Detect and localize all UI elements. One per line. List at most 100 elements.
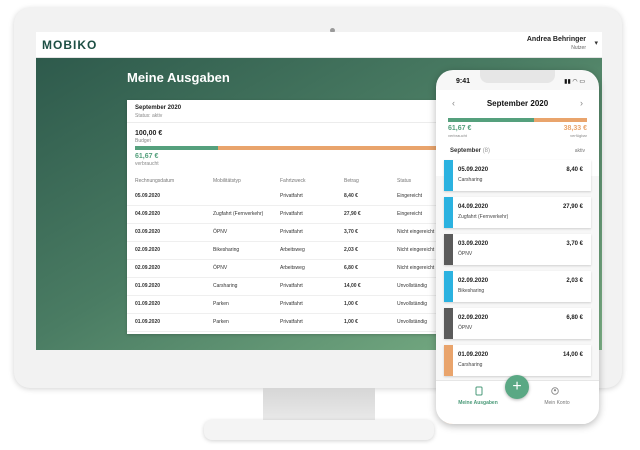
cell-status: Nicht eingereicht [397,229,435,235]
section-month: September [450,148,482,154]
card-status: Status: aktiv [135,113,163,119]
cell-type: ÖPNV [213,265,228,271]
table-row[interactable]: 01.09.2020 Parken Privatfahrt 1,00 € Unvolls… [127,295,447,314]
item-amount: 3,70 € [566,241,583,247]
list-item[interactable]: 03.09.2020 ÖPNV 3,70 € [444,234,591,265]
column-header-amount[interactable]: Betrag [344,178,359,184]
table-row[interactable]: 05.09.2020 Privatfahrt 8,40 € Eingereicht [127,187,447,206]
cell-type: ÖPNV [213,229,228,235]
cell-date: 01.09.2020 [135,283,161,289]
chevron-down-icon[interactable]: ▾ [594,39,598,47]
cell-date: 02.09.2020 [135,247,161,253]
budget-progress-fill [135,146,219,150]
item-amount: 6,80 € [566,315,583,321]
cell-status: Nicht eingereicht [397,265,435,271]
table-row[interactable]: 02.09.2020 Bikesharing Arbeitsweg 2,03 € Nic… [127,241,447,260]
cell-status: Unvollständig [397,301,428,307]
cell-type: Carsharing [213,283,238,289]
cell-amount: 27,90 € [344,211,361,217]
budget-progress-bar [135,146,447,150]
cell-type: Zugfahrt (Fernverkehr) [213,211,264,217]
table-row[interactable]: 03.09.2020 ÖPNV Privatfahrt 3,70 € Nicht ein… [127,223,447,242]
category-stripe [444,345,453,376]
tab-meine-ausgaben[interactable]: Meine Ausgaben [448,400,508,406]
cell-amount: 3,70 € [344,229,358,235]
item-category: Carsharing [458,177,483,183]
phone-mockup: 9:41 ▮▮ ◠ ▭ ‹ › September 2020 61,67 € v… [436,70,599,424]
cell-amount: 8,40 € [344,193,358,199]
cell-purpose: Privatfahrt [280,229,303,235]
cell-date: 05.09.2020 [135,193,161,199]
table-row[interactable]: 04.09.2020 Zugfahrt (Fernverkehr) Privatfa… [127,205,447,224]
item-amount: 14,00 € [562,352,583,358]
cell-date: 01.09.2020 [135,319,161,325]
cell-amount: 2,03 € [344,247,358,253]
cell-date: 04.09.2020 [135,211,161,217]
add-expense-button[interactable]: + [505,375,529,399]
table-row[interactable]: 01.09.2020 Parken Privatfahrt 1,00 € Unvolls… [127,313,447,332]
item-category: ÖPNV [458,251,473,257]
used-value: 61,67 € [135,153,159,160]
tab-mein-konto[interactable]: Mein Konto [527,400,587,406]
receipt-icon [475,386,483,396]
list-item[interactable]: 05.09.2020 Carsharing 8,40 € [444,160,591,191]
item-amount: 2,03 € [566,278,583,284]
category-stripe [444,197,453,228]
phone-month: September 2020 [486,99,549,108]
item-category: Zugfahrt (Fernverkehr) [458,214,509,220]
cell-amount: 1,00 € [344,319,358,325]
cell-amount: 1,00 € [344,301,358,307]
cell-purpose: Arbeitsweg [280,247,305,253]
category-stripe [444,308,453,339]
category-stripe [444,234,453,265]
item-amount: 8,40 € [566,167,583,173]
category-stripe [444,271,453,302]
list-item[interactable]: 02.09.2020 ÖPNV 6,80 € [444,308,591,339]
category-stripe [444,160,453,191]
column-header-status[interactable]: Status [397,178,411,184]
cell-purpose: Privatfahrt [280,283,303,289]
top-bar: MOBIKO Andrea Behringer Nutzer ▾ [36,32,602,58]
list-item[interactable]: 04.09.2020 Zugfahrt (Fernverkehr) 27,90 € [444,197,591,228]
item-category: Carsharing [458,362,483,368]
user-name[interactable]: Andrea Behringer [527,36,586,43]
item-date: 04.09.2020 [458,204,489,210]
section-title: September (8) [450,148,490,154]
cell-purpose: Privatfahrt [280,193,303,199]
phone-remaining-value: 38,33 € [563,125,587,132]
cell-amount: 14,00 € [344,283,361,289]
cell-status: Unvollständig [397,319,428,325]
budget-value: 100,00 € [135,130,163,137]
cell-date: 01.09.2020 [135,301,161,307]
phone-progress-fill [448,118,534,122]
item-date: 03.09.2020 [458,241,489,247]
cell-amount: 6,80 € [344,265,358,271]
cell-type: Bikesharing [213,247,240,253]
cell-date: 02.09.2020 [135,265,161,271]
table-row[interactable]: 02.09.2020 ÖPNV Arbeitsweg 6,80 € Nicht eing… [127,259,447,278]
item-date: 02.09.2020 [458,315,489,321]
cell-status: Nicht eingereicht [397,247,435,253]
list-item[interactable]: 01.09.2020 Carsharing 14,00 € [444,345,591,376]
cell-purpose: Privatfahrt [280,319,303,325]
column-header-purpose[interactable]: Fahrtzweck [280,178,306,184]
cell-type: Parken [213,319,229,325]
user-role: Nutzer [571,45,586,51]
user-icon [551,387,559,395]
divider [127,122,447,123]
logo[interactable]: MOBIKO [42,38,97,52]
expenses-card: September 2020 Status: aktiv 100,00 € Bu… [127,100,447,334]
table-row[interactable]: 01.09.2020 Carsharing Privatfahrt 14,00 € Un… [127,277,447,296]
item-amount: 27,90 € [562,204,583,210]
cell-purpose: Privatfahrt [280,301,303,307]
monitor-stand [263,388,375,422]
list-item[interactable]: 02.09.2020 Bikesharing 2,03 € [444,271,591,302]
used-label: verbraucht [135,161,159,167]
budget-label: Budget [135,138,151,144]
cell-status: Unvollständig [397,283,428,289]
item-date: 01.09.2020 [458,352,489,358]
column-header-date[interactable]: Rechnungsdatum [135,178,174,184]
column-header-type[interactable]: Mobilitätstyp [213,178,241,184]
item-category: Bikesharing [458,288,485,294]
card-month: September 2020 [135,105,182,111]
